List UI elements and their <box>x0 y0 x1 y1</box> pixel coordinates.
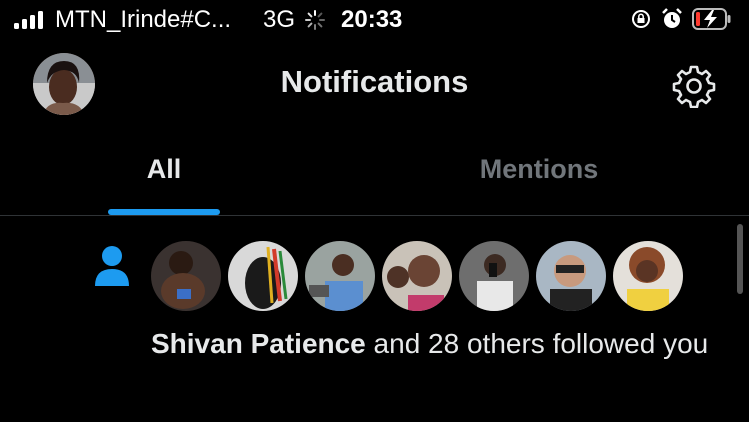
status-bar: MTN_Irinde#C... 3G 20:33 <box>0 0 749 44</box>
battery-charging-icon <box>692 8 731 30</box>
follower-avatar[interactable] <box>382 241 452 311</box>
page-title: Notifications <box>280 64 469 99</box>
tab-mentions[interactable]: Mentions <box>374 154 704 185</box>
loading-spinner-icon <box>305 10 325 30</box>
follower-avatar[interactable] <box>228 241 298 311</box>
follower-avatar[interactable] <box>613 241 683 311</box>
follower-avatar[interactable] <box>151 241 221 311</box>
person-icon <box>95 246 129 286</box>
orientation-lock-icon <box>632 10 650 28</box>
tab-all[interactable]: All <box>0 154 328 185</box>
carrier-name: MTN_Irinde#C... <box>55 6 232 33</box>
follower-name[interactable]: Shivan Patience <box>151 328 366 359</box>
follower-avatar[interactable] <box>459 241 529 311</box>
clock: 20:33 <box>341 6 403 33</box>
network-type: 3G <box>263 6 296 33</box>
notification-text: Shivan Patience and 28 others followed y… <box>151 325 721 363</box>
follower-avatar[interactable] <box>536 241 606 311</box>
signal-icon <box>14 11 48 29</box>
notification-rest-text: and 28 others followed you <box>365 328 709 359</box>
follower-avatar[interactable] <box>305 241 375 311</box>
alarm-icon <box>662 8 682 28</box>
scrollbar[interactable] <box>737 224 743 294</box>
gear-icon[interactable] <box>672 64 716 108</box>
